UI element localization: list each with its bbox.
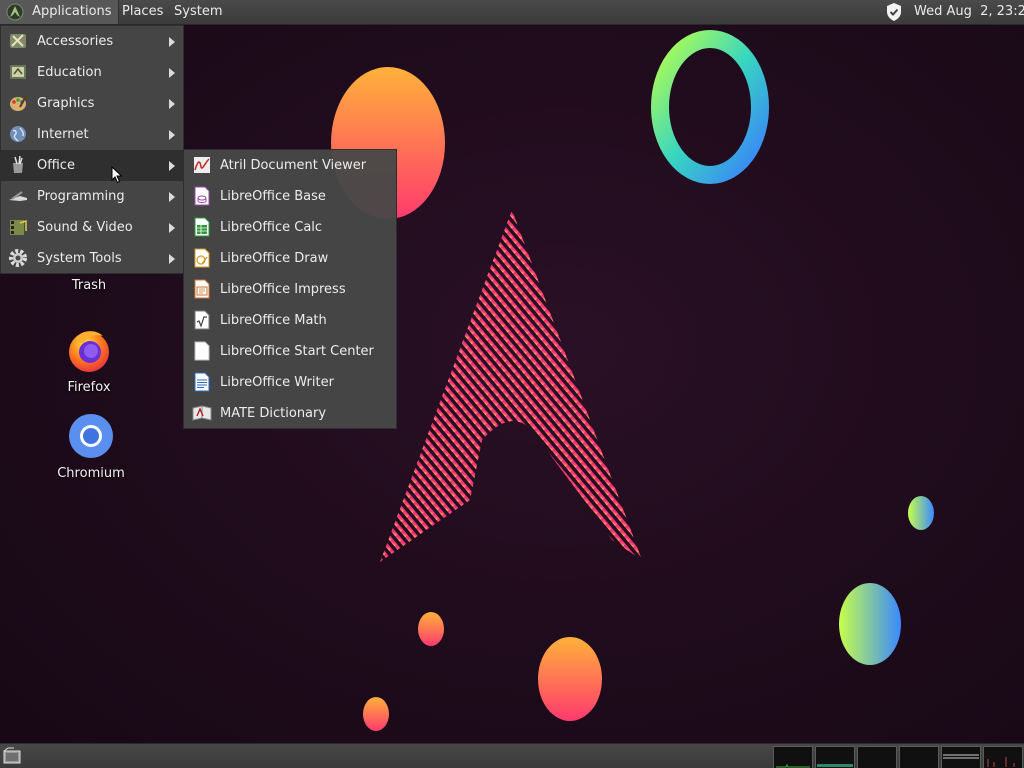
firefox-label: Firefox (67, 380, 111, 395)
libreoffice-base-icon (194, 186, 210, 206)
libreoffice-math-icon (194, 310, 210, 330)
menu-item-libreoffice-draw[interactable]: LibreOffice Draw (184, 243, 396, 274)
bottom-panel (0, 743, 1024, 768)
menu-item-label: LibreOffice Impress (220, 282, 346, 297)
menu-item-label: Programming (37, 189, 125, 204)
arch-logo-icon (6, 3, 24, 20)
firefox-icon (69, 331, 109, 372)
menu-item-graphics[interactable]: Graphics (1, 88, 183, 119)
applications-dropdown: Accessories Education Graphics Internet (0, 25, 184, 274)
submenu-arrow-icon (169, 37, 175, 47)
menu-item-label: LibreOffice Writer (220, 375, 334, 390)
education-icon (10, 65, 26, 79)
office-icon (13, 155, 23, 173)
menu-item-label: System Tools (37, 251, 122, 266)
show-desktop-icon[interactable] (2, 747, 22, 766)
menu-item-libreoffice-calc[interactable]: LibreOffice Calc (184, 212, 396, 243)
menu-item-mate-dictionary[interactable]: MATE Dictionary (184, 398, 396, 429)
libreoffice-draw-icon (194, 248, 210, 268)
desktop-firefox[interactable]: Firefox (44, 326, 134, 395)
cpu-graph-icon (776, 763, 810, 768)
menu-item-programming[interactable]: Programming (1, 181, 183, 212)
libreoffice-start-icon (194, 341, 210, 361)
submenu-arrow-icon (169, 68, 175, 78)
sound-video-icon (10, 219, 27, 235)
network-monitor[interactable] (941, 746, 981, 768)
load-graph-icon (987, 757, 1015, 767)
memory-graph-icon (817, 764, 853, 767)
submenu-arrow-icon (169, 223, 175, 233)
workspace-1[interactable] (773, 746, 813, 768)
clock[interactable]: Wed Aug 2, 23:23 (914, 0, 1024, 24)
menu-item-system-tools[interactable]: System Tools (1, 243, 183, 274)
workspace-4[interactable] (899, 746, 939, 768)
system-menu-button[interactable]: System (168, 0, 228, 24)
atril-icon (194, 157, 210, 173)
submenu-arrow-icon (169, 161, 175, 171)
desktop-chromium[interactable]: Chromium (46, 412, 136, 481)
accessories-icon (10, 34, 26, 48)
submenu-arrow-icon (169, 130, 175, 140)
submenu-arrow-icon (169, 99, 175, 109)
menu-item-label: Accessories (37, 34, 114, 49)
menu-item-libreoffice-writer[interactable]: LibreOffice Writer (184, 367, 396, 398)
places-label: Places (122, 4, 164, 19)
shield-check-icon[interactable] (884, 2, 904, 22)
internet-globe-icon (10, 126, 26, 142)
menu-item-internet[interactable]: Internet (1, 119, 183, 150)
menu-item-atril[interactable]: Atril Document Viewer (184, 150, 396, 181)
chromium-icon (69, 414, 113, 458)
chromium-label: Chromium (57, 466, 125, 481)
menu-item-sound-video[interactable]: Sound & Video (1, 212, 183, 243)
programming-icon (9, 191, 27, 201)
menu-item-accessories[interactable]: Accessories (1, 26, 183, 57)
menu-item-label: Graphics (37, 96, 95, 111)
libreoffice-writer-icon (194, 372, 210, 392)
menu-item-libreoffice-start-center[interactable]: LibreOffice Start Center (184, 336, 396, 367)
system-label: System (174, 4, 223, 19)
menu-item-label: LibreOffice Draw (220, 251, 329, 266)
submenu-arrow-icon (169, 254, 175, 264)
workspace-2[interactable] (815, 746, 855, 768)
top-panel: Applications Places System Wed Aug 2, 23… (0, 0, 1024, 25)
libreoffice-impress-icon (194, 279, 210, 299)
applications-label: Applications (32, 4, 112, 19)
libreoffice-calc-icon (194, 217, 210, 237)
menu-item-libreoffice-impress[interactable]: LibreOffice Impress (184, 274, 396, 305)
dictionary-icon (192, 405, 212, 421)
menu-item-label: Sound & Video (37, 220, 133, 235)
menu-item-label: LibreOffice Math (220, 313, 327, 328)
menu-item-label: LibreOffice Base (220, 189, 326, 204)
menu-item-office[interactable]: Office (1, 150, 183, 181)
menu-item-label: Internet (37, 127, 89, 142)
desktop-trash[interactable]: Trash (44, 276, 134, 293)
menu-item-label: LibreOffice Calc (220, 220, 323, 235)
load-monitor[interactable] (983, 746, 1023, 768)
submenu-arrow-icon (169, 192, 175, 202)
menu-item-label: Office (37, 158, 75, 173)
office-submenu: Atril Document Viewer LibreOffice Base L… (183, 149, 397, 429)
menu-item-label: Atril Document Viewer (220, 158, 367, 173)
gear-icon (9, 249, 27, 267)
menu-item-label: LibreOffice Start Center (220, 344, 374, 359)
applications-menu-button[interactable]: Applications (0, 0, 119, 24)
menu-item-education[interactable]: Education (1, 57, 183, 88)
menu-item-label: Education (37, 65, 102, 80)
trash-label: Trash (71, 278, 107, 293)
graphics-icon (10, 95, 27, 111)
network-graph-icon (943, 754, 979, 759)
menu-item-label: MATE Dictionary (220, 406, 327, 421)
places-menu-button[interactable]: Places (116, 0, 169, 24)
menu-item-libreoffice-math[interactable]: LibreOffice Math (184, 305, 396, 336)
menu-item-libreoffice-base[interactable]: LibreOffice Base (184, 181, 396, 212)
workspace-3[interactable] (857, 746, 897, 768)
mouse-pointer-icon (111, 166, 123, 184)
